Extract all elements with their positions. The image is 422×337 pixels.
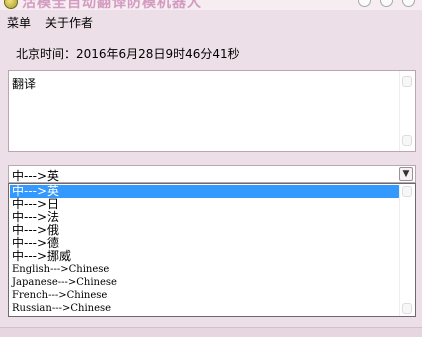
dropdown-option[interactable]: 中--->挪威	[10, 250, 400, 263]
dropdown-option[interactable]: 中--->英	[10, 185, 400, 198]
menu-item-about-author[interactable]: 关于作者	[45, 14, 93, 31]
scroll-down-arrow-icon[interactable]	[402, 303, 412, 314]
beijing-time-label: 北京时间：2016年6月28日9时46分41秒	[16, 47, 240, 61]
minimize-button[interactable]	[358, 0, 371, 7]
translate-input-text: 翻译	[12, 77, 37, 91]
close-button[interactable]	[402, 0, 415, 7]
window-title: 活模全自动翻译防模机器人	[22, 0, 202, 10]
dropdown-option[interactable]: Russian--->Chinese	[10, 302, 400, 315]
scroll-up-arrow-icon[interactable]	[402, 186, 412, 197]
dropdown-option[interactable]: 中--->日	[10, 198, 400, 211]
dropdown-option[interactable]: 中--->法	[10, 211, 400, 224]
direction-select-value: 中--->英	[12, 169, 60, 183]
translate-input[interactable]: 翻译	[8, 70, 416, 152]
dropdown-option[interactable]: English--->Chinese	[10, 263, 400, 276]
app-icon	[4, 0, 18, 9]
menu-item-menu[interactable]: 菜单	[7, 14, 31, 31]
input-scrollbar[interactable]	[399, 71, 415, 151]
title-bar: 活模全自动翻译防模机器人	[0, 0, 422, 10]
dropdown-option[interactable]: 中--->俄	[10, 224, 400, 237]
dropdown-option[interactable]: French--->Chinese	[10, 289, 400, 302]
direction-select[interactable]: 中--->英 ▼	[8, 165, 416, 183]
scroll-up-arrow-icon[interactable]	[402, 76, 412, 87]
maximize-button[interactable]	[380, 0, 393, 7]
dropdown-option[interactable]: Japanese--->Chinese	[10, 276, 400, 289]
chevron-down-icon[interactable]: ▼	[399, 167, 413, 181]
dropdown-scrollbar[interactable]	[399, 184, 415, 316]
scroll-down-arrow-icon[interactable]	[402, 135, 412, 146]
menu-bar: 菜单 关于作者	[0, 12, 422, 30]
direction-dropdown-list: 中--->英 中--->日 中--->法 中--->俄 中--->德 中--->…	[8, 183, 416, 317]
